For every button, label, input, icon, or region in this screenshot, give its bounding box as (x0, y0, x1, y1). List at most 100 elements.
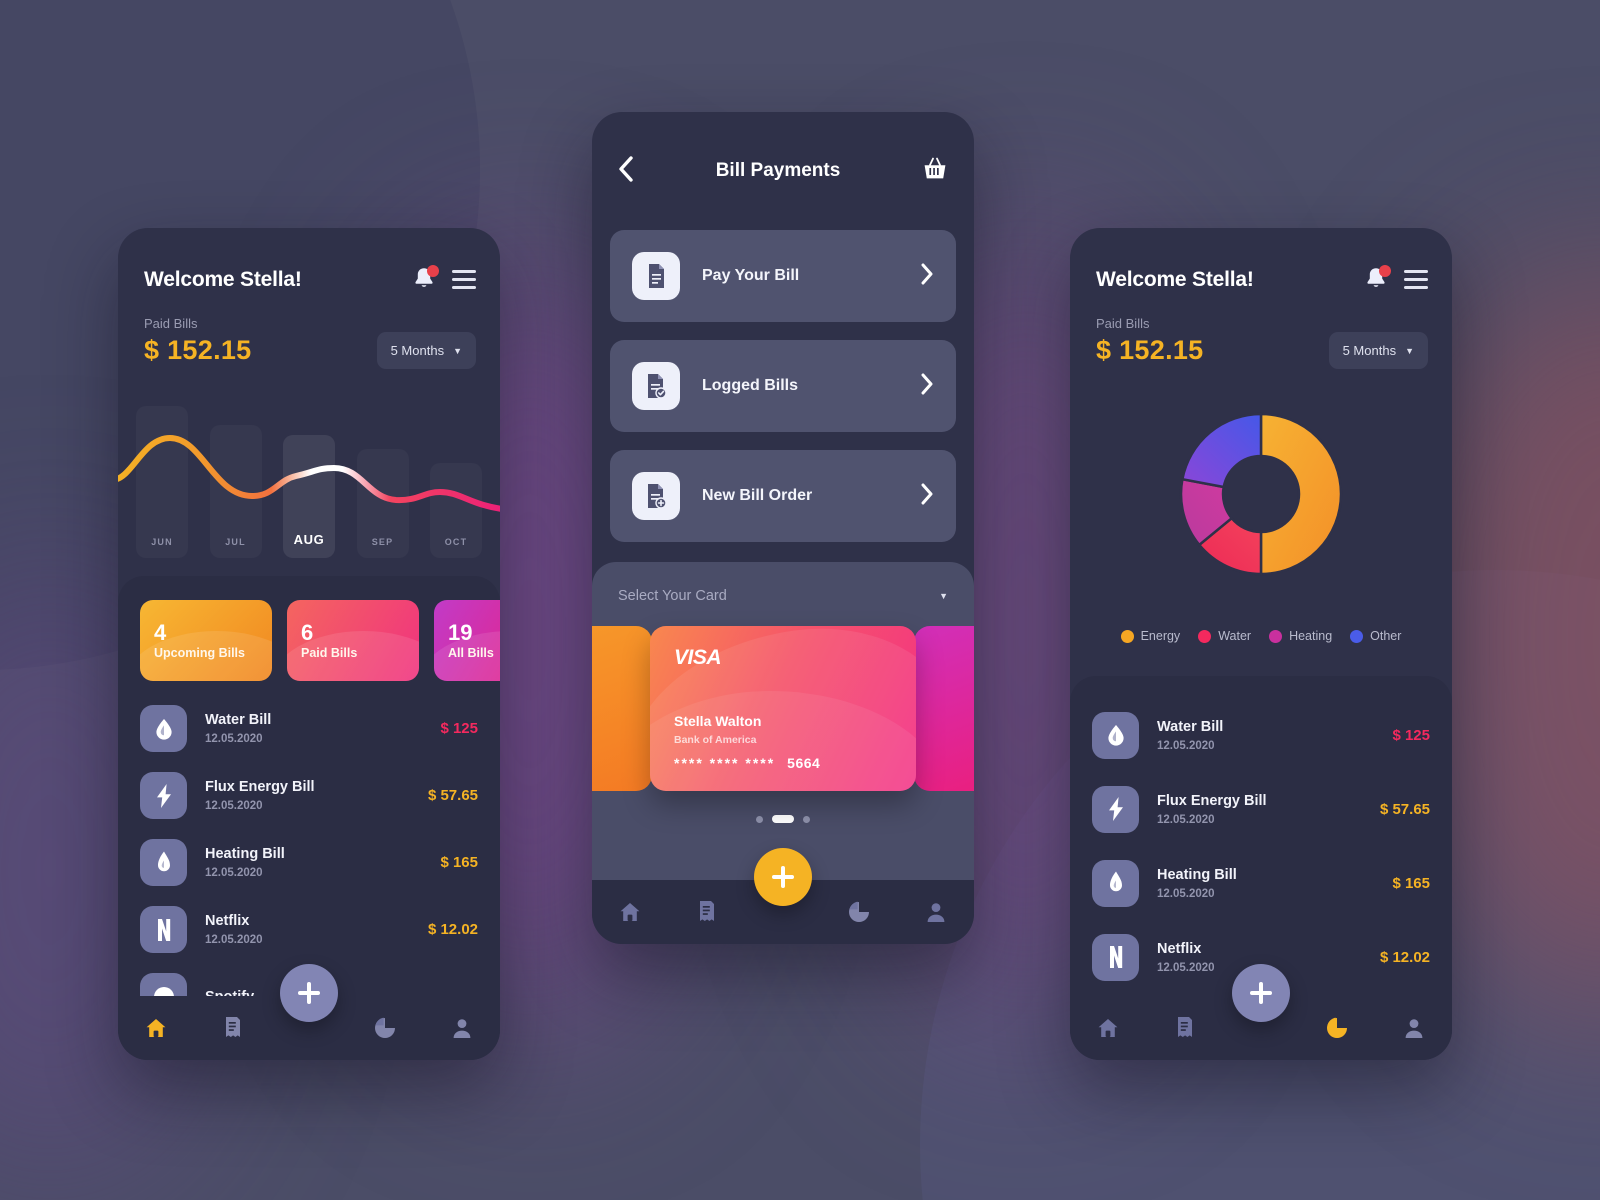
bar-aug[interactable]: AUG (283, 435, 335, 558)
range-selector[interactable]: 5 Months ▼ (1328, 332, 1428, 369)
donut-chart-svg (1179, 412, 1343, 576)
bill-amount: $ 12.02 (1379, 948, 1430, 966)
stat-card-all-bills[interactable]: 19 All Bills (434, 600, 500, 681)
bill-date: 12.05.2020 (205, 934, 263, 946)
chevron-left-icon[interactable] (618, 155, 634, 187)
list-item[interactable]: Flux Energy Bill 12.05.2020 $ 57.65 (1092, 772, 1430, 846)
bill-name: Flux Energy Bill (205, 779, 315, 795)
document-check-icon (632, 362, 680, 410)
add-bill-button[interactable] (1232, 964, 1290, 1022)
sidebar-item-home[interactable] (143, 1015, 169, 1041)
legend-label: Water (1218, 629, 1252, 643)
phone-analytics-screen: Welcome Stella! Paid Bills $ 152.15 5 Mo… (1070, 228, 1452, 1060)
bill-name: Flux Energy Bill (1157, 792, 1267, 809)
list-item[interactable]: Netflix 12.05.2020 $ 12.02 (140, 896, 478, 963)
bill-name: Heating Bill (205, 846, 285, 862)
bar-oct[interactable]: OCT (430, 463, 482, 558)
bar-label: AUG (293, 532, 325, 547)
legend-label: Energy (1140, 629, 1181, 643)
bar-jul[interactable]: JUL (210, 425, 262, 558)
hamburger-menu-icon[interactable] (1404, 269, 1428, 289)
credit-card[interactable]: VISA Stella Walton Bank of America **** … (650, 626, 916, 791)
sidebar-item-bills[interactable] (1172, 1015, 1198, 1041)
bar-label: JUL (225, 537, 246, 547)
chevron-right-icon (920, 263, 934, 290)
water-drop-icon (140, 705, 187, 752)
donut-chart-legend: Energy Water Heating Other (1070, 629, 1452, 643)
legend-label: Heating (1289, 629, 1333, 643)
sidebar-item-analytics[interactable] (1324, 1015, 1350, 1041)
list-item[interactable]: Water Bill 12.05.2020 $ 125 (1092, 698, 1430, 772)
add-bill-button[interactable] (280, 964, 338, 1022)
flame-icon (1092, 859, 1139, 907)
bill-date: 12.05.2020 (205, 733, 263, 745)
stat-card-upcoming-bills[interactable]: 4 Upcoming Bills (140, 600, 272, 681)
legend-item-energy: Energy (1120, 629, 1181, 643)
list-item-text: Water Bill 12.05.2020 (187, 712, 440, 745)
menu-item-new-bill-order[interactable]: New Bill Order (610, 450, 956, 542)
header-icon-group (1364, 265, 1428, 292)
menu-item-pay-your-bill[interactable]: Pay Your Bill (610, 230, 956, 322)
card-holder-name: Stella Walton (674, 713, 762, 729)
card-next[interactable] (914, 626, 974, 791)
stat-card-row[interactable]: 4 Upcoming Bills 6 Paid Bills 19 All Bil… (118, 576, 500, 681)
range-selector[interactable]: 5 Months ▼ (376, 332, 476, 369)
carousel-dot-active[interactable] (772, 815, 794, 823)
dashboard-header: Welcome Stella! Paid Bills $ 152.15 5 Mo… (118, 228, 500, 369)
add-bill-button[interactable] (754, 848, 812, 906)
list-item-text: Heating Bill 12.05.2020 (187, 846, 440, 879)
list-item-text: Netflix 12.05.2020 (187, 913, 428, 946)
sidebar-item-home[interactable] (1095, 1015, 1121, 1041)
hamburger-menu-icon[interactable] (452, 269, 476, 289)
carousel-dot[interactable] (803, 815, 810, 823)
bell-icon[interactable] (412, 265, 439, 292)
card-bank-name: Bank of America (674, 734, 757, 746)
plus-icon (1250, 982, 1272, 1004)
lightning-icon (1092, 785, 1139, 833)
legend-swatch (1198, 629, 1212, 643)
card-picker-header[interactable]: Select Your Card ▼ (592, 562, 974, 604)
sidebar-item-profile[interactable] (923, 899, 949, 925)
chevron-right-icon (920, 483, 934, 510)
card-previous[interactable] (592, 626, 652, 791)
bill-amount: $ 165 (1392, 874, 1430, 892)
carousel-dot[interactable] (756, 815, 763, 823)
list-item[interactable]: Water Bill 12.05.2020 $ 125 (140, 695, 478, 762)
legend-label: Other (1370, 629, 1402, 643)
netflix-n-icon (1092, 933, 1139, 981)
menu-item-logged-bills[interactable]: Logged Bills (610, 340, 956, 432)
sidebar-item-home[interactable] (617, 899, 643, 925)
notification-badge (1379, 265, 1391, 277)
bar-label: SEP (371, 537, 394, 547)
sidebar-item-analytics[interactable] (372, 1015, 398, 1041)
list-item[interactable]: Heating Bill 12.05.2020 $ 165 (140, 829, 478, 896)
bill-name: Water Bill (205, 712, 272, 728)
bill-name: Heating Bill (1157, 866, 1237, 883)
stat-card-paid-bills[interactable]: 6 Paid Bills (287, 600, 419, 681)
bar-label: OCT (444, 537, 468, 547)
legend-item-heating: Heating (1269, 629, 1332, 643)
card-carousel[interactable]: VISA Stella Walton Bank of America **** … (592, 626, 974, 801)
bill-amount: $ 165 (440, 854, 478, 871)
bar-sep[interactable]: SEP (357, 449, 409, 558)
sidebar-item-profile[interactable] (449, 1015, 475, 1041)
flame-icon (140, 839, 187, 886)
sidebar-item-profile[interactable] (1401, 1015, 1427, 1041)
plus-icon (772, 866, 794, 888)
document-icon (632, 252, 680, 300)
legend-item-other: Other (1350, 629, 1401, 643)
bell-icon[interactable] (1364, 265, 1391, 292)
shopping-basket-icon[interactable] (922, 156, 948, 187)
sidebar-item-bills[interactable] (220, 1015, 246, 1041)
lightning-icon (140, 772, 187, 819)
netflix-n-icon (140, 906, 187, 953)
bar-jun[interactable]: JUN (136, 406, 188, 558)
list-item[interactable]: Flux Energy Bill 12.05.2020 $ 57.65 (140, 762, 478, 829)
sidebar-item-bills[interactable] (694, 899, 720, 925)
bill-name: Netflix (1157, 940, 1202, 957)
page-title: Bill Payments (715, 160, 841, 181)
carousel-pagination[interactable] (592, 815, 974, 823)
list-item[interactable]: Heating Bill 12.05.2020 $ 165 (1092, 846, 1430, 920)
sidebar-item-analytics[interactable] (846, 899, 872, 925)
paid-bills-label: Paid Bills (1096, 316, 1150, 331)
